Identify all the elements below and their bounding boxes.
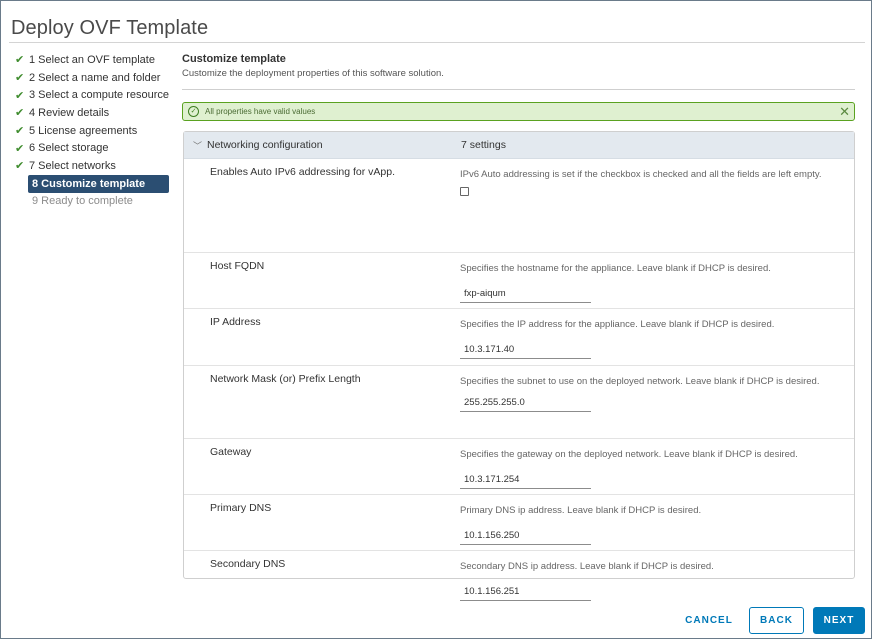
check-icon: ✔ — [15, 54, 25, 67]
group-count: 7 settings — [461, 139, 506, 151]
property-description: IPv6 Auto addressing is set if the check… — [460, 169, 822, 180]
step-label: 6 Select storage — [29, 142, 109, 155]
back-button[interactable]: BACK — [749, 607, 804, 634]
step-label: 4 Review details — [29, 106, 110, 119]
step-4[interactable]: ✔ 4 Review details — [15, 104, 175, 122]
next-button[interactable]: NEXT — [813, 607, 865, 634]
gateway-input[interactable] — [460, 470, 591, 489]
ipv6-auto-checkbox[interactable] — [460, 187, 469, 196]
step-label: 7 Select networks — [29, 159, 116, 172]
alert-text: All properties have valid values — [205, 107, 316, 116]
step-2[interactable]: ✔ 2 Select a name and folder — [15, 69, 175, 87]
step-label: 9 Ready to complete — [32, 195, 133, 208]
page-subtitle: Customize the deployment properties of t… — [182, 68, 444, 79]
step-label: 5 License agreements — [29, 124, 138, 137]
ip-address-input[interactable] — [460, 340, 591, 359]
property-row: Primary DNS Primary DNS ip address. Leav… — [184, 495, 854, 551]
property-row: Host FQDN Specifies the hostname for the… — [184, 253, 854, 309]
property-label: Enables Auto IPv6 addressing for vApp. — [210, 166, 396, 178]
dialog-title: Deploy OVF Template — [11, 17, 209, 39]
step-8[interactable]: 8 Customize template — [28, 174, 169, 193]
property-label: Gateway — [210, 446, 252, 458]
page-title: Customize template — [182, 53, 286, 65]
host-fqdn-input[interactable] — [460, 284, 591, 303]
step-7[interactable]: ✔ 7 Select networks — [15, 157, 175, 175]
step-label: 3 Select a compute resource — [29, 89, 170, 102]
property-label: Primary DNS — [210, 502, 272, 514]
property-row: IP Address Specifies the IP address for … — [184, 309, 854, 366]
property-row: Secondary DNS Secondary DNS ip address. … — [184, 551, 854, 606]
step-3[interactable]: ✔ 3 Select a compute resource — [15, 86, 175, 104]
property-description: Specifies the subnet to use on the deplo… — [460, 376, 820, 387]
cancel-button[interactable]: CANCEL — [676, 607, 742, 634]
title-divider — [9, 42, 865, 43]
check-icon: ✔ — [15, 107, 25, 120]
property-label: Network Mask (or) Prefix Length — [210, 373, 361, 385]
secondary-dns-input[interactable] — [460, 582, 591, 601]
property-label: Secondary DNS — [210, 558, 286, 570]
property-description: Specifies the hostname for the appliance… — [460, 263, 771, 274]
property-description: Specifies the gateway on the deployed ne… — [460, 449, 798, 460]
property-row: Network Mask (or) Prefix Length Specifie… — [184, 366, 854, 439]
step-5[interactable]: ✔ 5 License agreements — [15, 122, 175, 140]
group-label: Networking configuration — [207, 139, 323, 151]
step-6[interactable]: ✔ 6 Select storage — [15, 139, 175, 157]
property-description: Secondary DNS ip address. Leave blank if… — [460, 561, 714, 572]
properties-table: ﹀ Networking configuration 7 settings En… — [183, 131, 855, 601]
check-icon: ✔ — [15, 160, 25, 173]
wizard-steps: ✔ 1 Select an OVF template ✔ 2 Select a na… — [15, 51, 175, 210]
validation-alert: ✓ All properties have valid values ✕ — [182, 102, 855, 121]
property-description: Specifies the IP address for the applian… — [460, 319, 775, 330]
check-icon: ✔ — [15, 72, 25, 85]
close-icon[interactable]: ✕ — [839, 104, 850, 120]
step-label: 8 Customize template — [32, 177, 146, 190]
step-9: 9 Ready to complete — [28, 193, 175, 211]
property-row: Enables Auto IPv6 addressing for vApp. I… — [184, 159, 854, 253]
property-row: Gateway Specifies the gateway on the dep… — [184, 439, 854, 495]
main-header: Customize template Customize the deploym… — [182, 51, 855, 90]
step-1[interactable]: ✔ 1 Select an OVF template — [15, 51, 175, 69]
property-description: Primary DNS ip address. Leave blank if D… — [460, 505, 702, 516]
step-label: 2 Select a name and folder — [29, 71, 161, 84]
chevron-down-icon[interactable]: ﹀ — [193, 139, 203, 152]
property-label: IP Address — [210, 316, 261, 328]
check-icon: ✔ — [15, 142, 25, 155]
check-icon: ✔ — [15, 125, 25, 138]
property-label: Host FQDN — [210, 260, 265, 272]
network-mask-input[interactable] — [460, 393, 591, 412]
check-icon: ✔ — [15, 89, 25, 102]
step-label: 1 Select an OVF template — [29, 53, 155, 66]
dialog-window: Deploy OVF Template ✔ 1 Select an OVF tem… — [0, 0, 872, 639]
header-divider — [182, 89, 855, 90]
group-header[interactable]: ﹀ Networking configuration 7 settings — [184, 132, 854, 159]
check-circle-icon: ✓ — [188, 106, 199, 117]
primary-dns-input[interactable] — [460, 526, 591, 545]
